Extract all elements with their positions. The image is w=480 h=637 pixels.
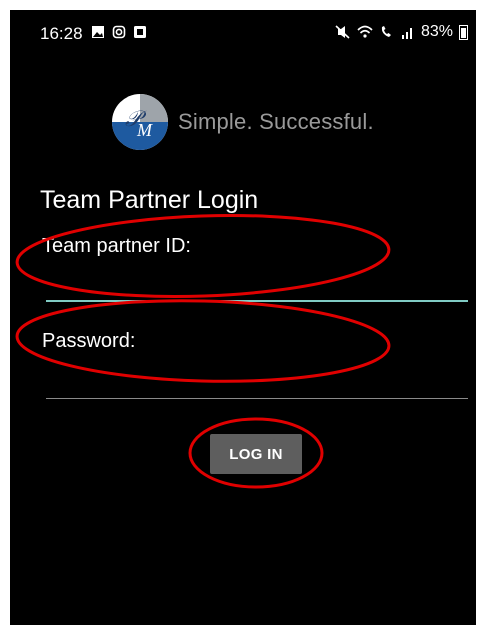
wifi-icon	[357, 25, 373, 38]
brand-tagline: Simple. Successful.	[178, 109, 374, 134]
mute-icon	[335, 25, 350, 39]
team-partner-id-field[interactable]	[46, 266, 468, 302]
brand-logo: 𝒫 M Simple. Successful.	[110, 92, 374, 152]
password-field[interactable]	[46, 364, 468, 399]
app-notification-icon	[134, 26, 146, 38]
battery-icon	[459, 24, 468, 40]
password-label: Password:	[42, 330, 136, 352]
instagram-icon	[112, 25, 126, 39]
phone-screen: 16:28 83% 𝒫 M Simple. Successful. Team P…	[10, 10, 476, 625]
pm-logo-icon: 𝒫 M	[112, 94, 168, 150]
status-time: 16:28	[40, 24, 83, 43]
status-right: 83%	[335, 23, 468, 41]
login-button[interactable]: LOG IN	[210, 434, 302, 474]
notification-icons	[91, 25, 147, 39]
image-notification-icon	[92, 26, 104, 38]
battery-percent: 83%	[420, 23, 453, 40]
logo-letter-m: M	[136, 120, 153, 140]
signal-icon	[401, 28, 412, 39]
wifi-calling-icon	[381, 26, 391, 37]
team-partner-id-label: Team partner ID:	[42, 235, 191, 257]
status-bar: 16:28 83%	[10, 10, 476, 52]
page-title: Team Partner Login	[40, 186, 259, 214]
